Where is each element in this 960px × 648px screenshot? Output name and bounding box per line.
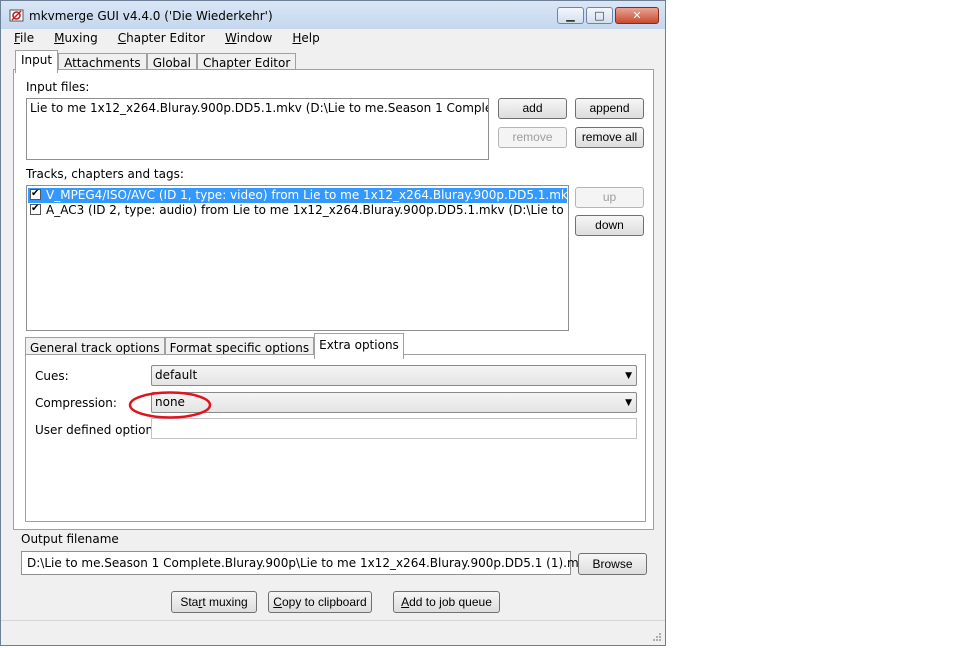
- copy-to-clipboard-button[interactable]: Copy to clipboard: [268, 591, 372, 613]
- browse-button[interactable]: Browse: [578, 553, 647, 575]
- menu-file-label: ile: [20, 31, 35, 45]
- menu-window-label: indow: [236, 31, 273, 45]
- add-to-job-queue-button[interactable]: Add to job queue: [393, 591, 500, 613]
- track-audio-label: A_AC3 (ID 2, type: audio) from Lie to me…: [46, 203, 567, 217]
- window-title: mkvmerge GUI v4.4.0 ('Die Wiederkehr'): [29, 9, 273, 23]
- annotation-ellipse: [128, 391, 212, 419]
- menu-chapter-editor-accel: C: [117, 31, 127, 45]
- compression-select[interactable]: none ▼: [151, 392, 637, 413]
- copy-to-clipboard-accel: C: [273, 594, 282, 609]
- minimize-icon: ▁: [566, 9, 575, 22]
- add-button[interactable]: add: [498, 98, 567, 119]
- output-filename-label: Output filename: [21, 532, 119, 546]
- main-tabs: Input Attachments Global Chapter Editor: [15, 50, 297, 73]
- mkvmerge-window: mkvmerge GUI v4.4.0 ('Die Wiederkehr') ▁…: [0, 0, 666, 646]
- menu-muxing-accel: M: [54, 31, 65, 45]
- maximize-icon: □: [594, 9, 605, 22]
- menu-help-label: elp: [301, 31, 320, 45]
- input-pane: Input files: Lie to me 1x12_x264.Bluray.…: [13, 69, 654, 530]
- add-to-job-queue-accel: A: [401, 594, 410, 609]
- tab-input[interactable]: Input: [15, 50, 59, 73]
- track-option-tabs: General track options Format specific op…: [25, 333, 404, 359]
- cues-select-value: default: [155, 368, 198, 382]
- close-button[interactable]: ✕: [615, 7, 659, 24]
- mkvmerge-app-icon: [9, 9, 24, 22]
- tab-extra-options[interactable]: Extra options: [314, 333, 404, 359]
- chevron-down-icon: ▼: [625, 371, 632, 381]
- cues-label: Cues:: [35, 369, 69, 383]
- chevron-down-icon: ▼: [625, 398, 632, 408]
- menu-chapter-editor[interactable]: Chapter Editor: [104, 29, 211, 47]
- start-muxing-label-post: t muxing: [202, 594, 248, 609]
- user-defined-options-label: User defined options:: [35, 423, 164, 437]
- output-filename-input[interactable]: D:\Lie to me.Season 1 Complete.Bluray.90…: [21, 551, 593, 575]
- track-audio-checkbox[interactable]: ✔: [30, 203, 41, 215]
- minimize-button[interactable]: ▁: [557, 7, 584, 24]
- start-muxing-button[interactable]: Start muxing: [171, 591, 257, 613]
- track-video-label: V_MPEG4/ISO/AVC (ID 1, type: video) from…: [46, 188, 567, 202]
- menu-help[interactable]: Help: [278, 29, 325, 47]
- menu-chapter-editor-label: hapter Editor: [126, 31, 206, 45]
- start-muxing-label-pre: Sta: [180, 594, 199, 609]
- input-files-list[interactable]: Lie to me 1x12_x264.Bluray.900p.DD5.1.mk…: [26, 98, 489, 160]
- output-filename-value: D:\Lie to me.Season 1 Complete.Bluray.90…: [27, 556, 593, 570]
- track-row-video[interactable]: ✔ V_MPEG4/ISO/AVC (ID 1, type: video) fr…: [28, 188, 567, 203]
- tracks-label: Tracks, chapters and tags:: [26, 167, 184, 181]
- maximize-button[interactable]: □: [586, 7, 613, 24]
- up-button[interactable]: up: [575, 187, 644, 208]
- extra-options-pane: Cues: default ▼ Compression: none ▼ User…: [25, 354, 646, 522]
- menu-muxing-label: uxing: [64, 31, 98, 45]
- menu-window[interactable]: Window: [211, 29, 278, 47]
- menu-window-accel: W: [225, 31, 237, 45]
- resize-grip-icon[interactable]: [652, 632, 662, 642]
- add-to-job-queue-label: dd to job queue: [409, 594, 492, 609]
- menu-muxing[interactable]: Muxing: [40, 29, 104, 47]
- title-bar[interactable]: mkvmerge GUI v4.4.0 ('Die Wiederkehr') ▁…: [1, 1, 665, 30]
- user-defined-options-input[interactable]: [151, 418, 637, 439]
- track-video-checkbox[interactable]: ✔: [30, 188, 41, 200]
- menu-bar: File Muxing Chapter Editor Window Help: [1, 29, 665, 47]
- menu-file[interactable]: File: [1, 29, 40, 47]
- checkmark-icon: ✔: [31, 203, 40, 214]
- remove-button[interactable]: remove: [498, 127, 567, 148]
- list-item[interactable]: Lie to me 1x12_x264.Bluray.900p.DD5.1.mk…: [30, 101, 488, 116]
- close-icon: ✕: [632, 9, 642, 22]
- copy-to-clipboard-label: opy to clipboard: [281, 594, 367, 609]
- output-filename-group: Output filename D:\Lie to me.Season 1 Co…: [13, 532, 654, 580]
- track-row-audio[interactable]: ✔ A_AC3 (ID 2, type: audio) from Lie to …: [28, 203, 567, 218]
- compression-label: Compression:: [35, 396, 117, 410]
- checkmark-icon: ✔: [31, 188, 40, 199]
- append-button[interactable]: append: [575, 98, 644, 119]
- status-bar: [1, 620, 665, 645]
- remove-all-button[interactable]: remove all: [575, 127, 644, 148]
- input-files-label: Input files:: [26, 80, 90, 94]
- down-button[interactable]: down: [575, 215, 644, 236]
- tracks-list[interactable]: ✔ V_MPEG4/ISO/AVC (ID 1, type: video) fr…: [26, 185, 569, 331]
- cues-select[interactable]: default ▼: [151, 365, 637, 386]
